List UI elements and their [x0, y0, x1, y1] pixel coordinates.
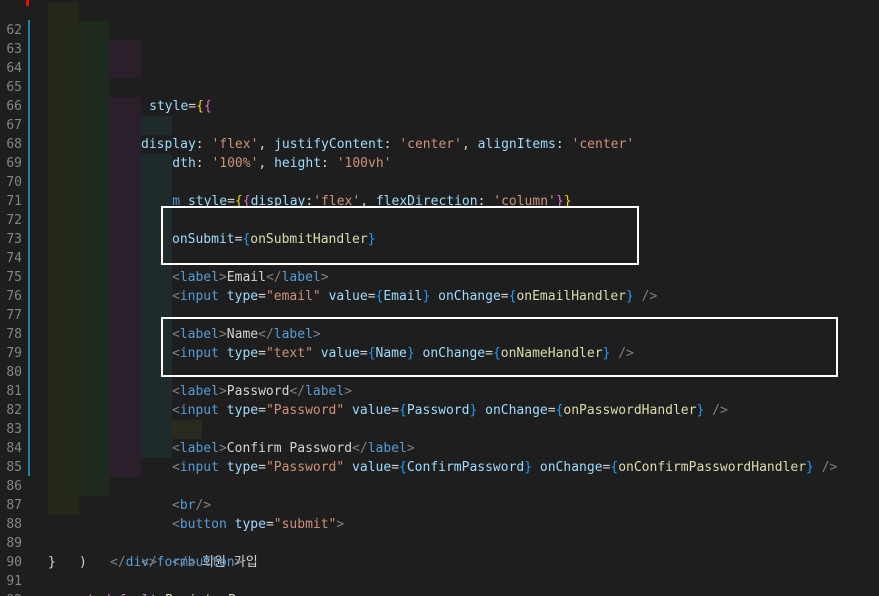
code-line: 86 </form>	[0, 458, 879, 570]
line-code[interactable]: export default RegisterPage	[48, 591, 259, 596]
code-line: 82 <br/>	[0, 382, 879, 513]
code-line: 91 export default RegisterPage	[0, 553, 879, 596]
code-line: 90	[0, 534, 879, 570]
code-line: 83 <button type="submit">	[0, 401, 879, 532]
code-line: 69 >	[0, 135, 879, 247]
code-line: 65 , width: '100%', height: '100vh'	[0, 59, 879, 171]
code-line: 63 <div style={{	[0, 21, 879, 114]
highlight-box-name	[161, 206, 639, 265]
code-line: 77 <input type="Password" value={Passwor…	[0, 287, 879, 418]
code-line: 68 onSubmit={onSubmitHandler}	[0, 116, 879, 247]
code-line: 67 <form style={{display:'flex', flexDir…	[0, 97, 879, 209]
code-line: 70 <label>Email</label>	[0, 154, 879, 285]
code-editor[interactable]: 62 return ( 63 <div style={{ 64 display:…	[0, 0, 879, 596]
code-line: 92	[0, 572, 879, 596]
highlight-box-confirm-password	[161, 317, 838, 377]
line-number: 92	[0, 591, 22, 596]
code-line: 84 회원 가입	[0, 420, 879, 570]
code-line: 88 )	[0, 496, 879, 570]
code-line: 87 </div>	[0, 477, 879, 570]
code-line: 89 }	[0, 515, 879, 570]
code-line: 62 return (	[0, 2, 879, 76]
code-line: 64 display: 'flex', justifyContent: 'cen…	[0, 40, 879, 152]
code-line: 85 </button>	[0, 439, 879, 570]
code-line: 66 }}>	[0, 78, 879, 171]
code-line: 71 <input type="email" value={Email} onC…	[0, 173, 879, 304]
code-line: 76 <label>Password</label>	[0, 268, 879, 399]
